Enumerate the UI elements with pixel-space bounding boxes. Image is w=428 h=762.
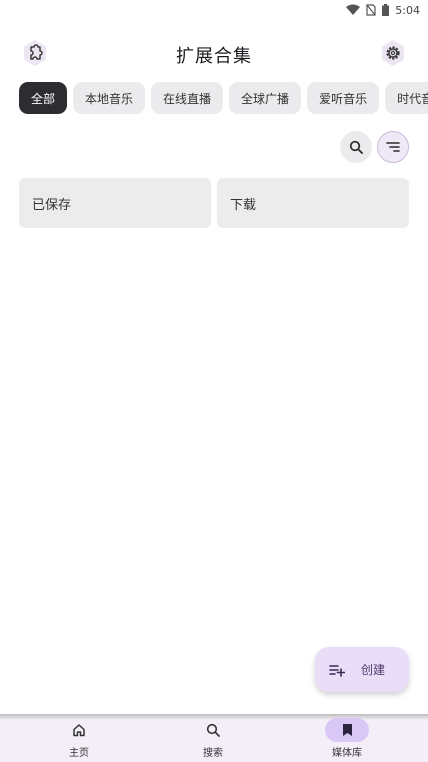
sort-button[interactable] <box>377 131 409 163</box>
sort-icon <box>386 142 400 152</box>
chip-all[interactable]: 全部 <box>19 82 68 114</box>
nav-item-library[interactable]: 媒体库 <box>302 718 392 759</box>
top-bar: 扩展合集 <box>0 36 428 72</box>
chip-aiting-music[interactable]: 爱听音乐 <box>307 82 380 114</box>
nav-label-library: 媒体库 <box>332 748 362 759</box>
chip-online-live[interactable]: 在线直播 <box>151 82 224 114</box>
search-icon <box>206 723 220 737</box>
chip-era-music[interactable]: 时代音乐 <box>385 82 428 114</box>
create-fab-label: 创建 <box>361 663 386 677</box>
status-time: 5:04 <box>395 3 420 17</box>
nav-label-search: 搜索 <box>203 748 223 759</box>
downloads-card-label: 下载 <box>230 197 257 213</box>
nav-icon-wrap <box>191 718 235 742</box>
bottom-nav: 主页 搜索 媒体库 <box>0 714 428 762</box>
home-icon <box>73 724 85 737</box>
page-title: 扩展合集 <box>176 46 252 67</box>
gear-icon <box>382 40 404 66</box>
nav-item-search[interactable]: 搜索 <box>168 718 258 759</box>
chip-local-music[interactable]: 本地音乐 <box>73 82 146 114</box>
nav-active-indicator <box>325 718 369 742</box>
create-fab[interactable]: 创建 <box>315 647 409 692</box>
status-bar: 5:04 <box>0 0 428 20</box>
settings-button[interactable] <box>378 38 408 68</box>
playlist-add-icon <box>329 664 345 677</box>
category-chips: 全部 本地音乐 在线直播 全球广播 爱听音乐 时代音乐 <box>19 82 428 114</box>
status-icons: 5:04 <box>346 3 420 17</box>
bookmark-icon <box>342 724 352 736</box>
downloads-card[interactable]: 下载 <box>217 178 409 228</box>
search-icon <box>349 140 363 154</box>
wifi-icon <box>346 4 361 15</box>
nav-icon-wrap <box>57 718 101 742</box>
saved-card-label: 已保存 <box>32 197 72 213</box>
nav-label-home: 主页 <box>69 748 89 759</box>
saved-card[interactable]: 已保存 <box>19 178 211 228</box>
no-sim-icon <box>366 4 376 16</box>
search-button[interactable] <box>340 131 372 163</box>
chip-global-radio[interactable]: 全球广播 <box>229 82 302 114</box>
nav-item-home[interactable]: 主页 <box>34 718 124 759</box>
battery-icon <box>382 4 390 16</box>
